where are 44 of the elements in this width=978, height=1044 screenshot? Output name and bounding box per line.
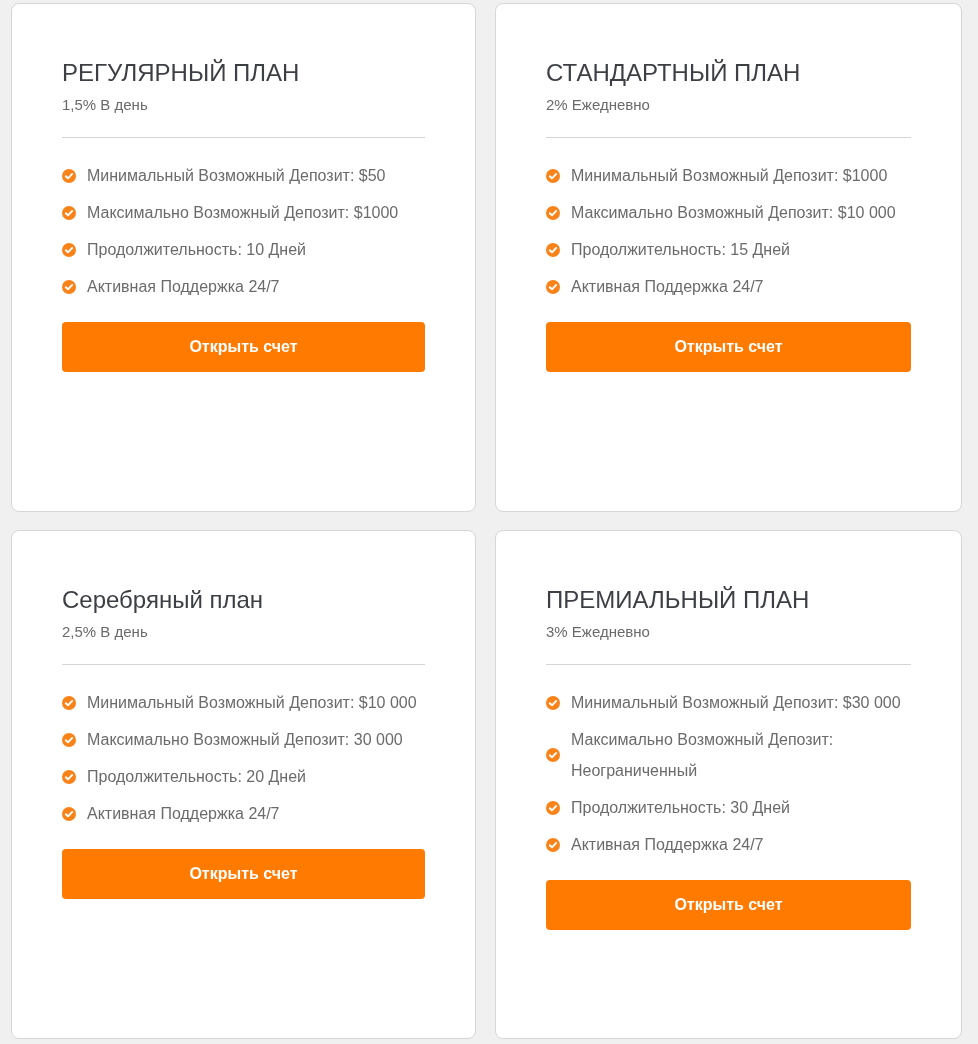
check-icon bbox=[62, 695, 76, 710]
feature-text: Активная Поддержка 24/7 bbox=[571, 835, 764, 855]
feature-text: Минимальный Возможный Депозит: $50 bbox=[87, 166, 386, 186]
check-icon bbox=[546, 837, 560, 852]
feature-text: Максимально Возможный Депозит: $1000 bbox=[87, 203, 399, 223]
open-account-button[interactable]: Открыть счет bbox=[546, 322, 911, 372]
check-icon bbox=[62, 769, 76, 784]
check-icon bbox=[62, 732, 76, 747]
check-icon bbox=[546, 205, 560, 220]
open-account-button[interactable]: Открыть счет bbox=[62, 849, 425, 899]
check-icon bbox=[62, 279, 76, 294]
feature-text: Активная Поддержка 24/7 bbox=[87, 804, 280, 824]
feature-text: Минимальный Возможный Депозит: $1000 bbox=[571, 166, 888, 186]
open-account-button[interactable]: Открыть счет bbox=[546, 880, 911, 930]
plan-title: Серебряный план bbox=[62, 585, 265, 615]
feature-text: Активная Поддержка 24/7 bbox=[87, 277, 280, 297]
feature-text: Минимальный Возможный Депозит: $30 000 bbox=[571, 693, 901, 713]
check-icon bbox=[546, 242, 560, 257]
plan-rate: 2% Ежедневно bbox=[546, 96, 651, 113]
plan-rate: 3% Ежедневно bbox=[546, 623, 651, 640]
plan-rate: 2,5% В день bbox=[62, 623, 149, 640]
check-icon bbox=[62, 806, 76, 821]
feature-text: Продолжительность: 20 Дней bbox=[87, 767, 307, 787]
plan-rate: 1,5% В день bbox=[62, 96, 149, 113]
feature-text: Продолжительность: 15 Дней bbox=[571, 240, 791, 260]
check-icon bbox=[62, 168, 76, 183]
plan-title: ПРЕМИАЛЬНЫЙ ПЛАН bbox=[546, 585, 811, 615]
check-icon bbox=[546, 168, 560, 183]
feature-text: Минимальный Возможный Депозит: $10 000 bbox=[87, 693, 417, 713]
feature-text: Максимально Возможный Депозит: Неограниченный bbox=[571, 730, 835, 781]
check-icon bbox=[546, 279, 560, 294]
feature-text: Активная Поддержка 24/7 bbox=[571, 277, 764, 297]
plan-title: РЕГУЛЯРНЫЙ ПЛАН bbox=[62, 58, 301, 88]
plan-title: СТАНДАРТНЫЙ ПЛАН bbox=[546, 58, 802, 88]
check-icon bbox=[62, 242, 76, 257]
check-icon bbox=[546, 695, 560, 710]
check-icon bbox=[546, 748, 560, 762]
check-icon bbox=[62, 205, 76, 220]
feature-text: Продолжительность: 10 Дней bbox=[87, 240, 307, 260]
feature-text: Максимально Возможный Депозит: $10 000 bbox=[571, 203, 896, 223]
feature-text: Максимально Возможный Депозит: 30 000 bbox=[87, 730, 403, 750]
check-icon bbox=[546, 800, 560, 815]
feature-text: Продолжительность: 30 Дней bbox=[571, 798, 791, 818]
open-account-button[interactable]: Открыть счет bbox=[62, 322, 425, 372]
